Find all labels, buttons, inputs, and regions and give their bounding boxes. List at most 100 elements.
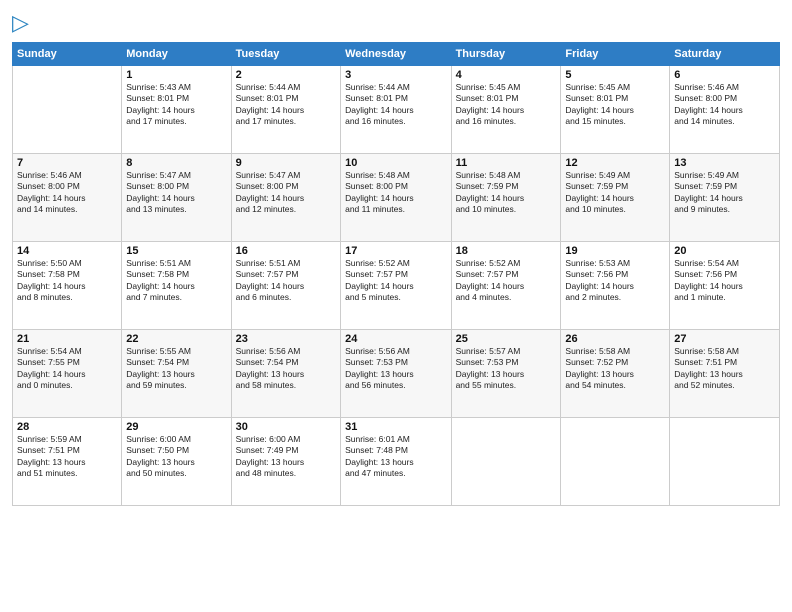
day-number: 22 bbox=[126, 333, 226, 345]
calendar-cell: 6Sunrise: 5:46 AM Sunset: 8:00 PM Daylig… bbox=[670, 66, 780, 154]
calendar-cell: 30Sunrise: 6:00 AM Sunset: 7:49 PM Dayli… bbox=[231, 418, 340, 506]
day-info: Sunrise: 5:48 AM Sunset: 7:59 PM Dayligh… bbox=[456, 170, 557, 216]
calendar-cell: 20Sunrise: 5:54 AM Sunset: 7:56 PM Dayli… bbox=[670, 242, 780, 330]
day-info: Sunrise: 5:53 AM Sunset: 7:56 PM Dayligh… bbox=[565, 258, 665, 304]
main-container: ▷ SundayMondayTuesdayWednesdayThursdayFr… bbox=[0, 0, 792, 516]
day-info: Sunrise: 5:55 AM Sunset: 7:54 PM Dayligh… bbox=[126, 346, 226, 392]
weekday-header-row: SundayMondayTuesdayWednesdayThursdayFrid… bbox=[13, 43, 780, 66]
day-info: Sunrise: 5:47 AM Sunset: 8:00 PM Dayligh… bbox=[236, 170, 336, 216]
calendar-cell: 18Sunrise: 5:52 AM Sunset: 7:57 PM Dayli… bbox=[451, 242, 561, 330]
weekday-header-thursday: Thursday bbox=[451, 43, 561, 66]
calendar-cell: 27Sunrise: 5:58 AM Sunset: 7:51 PM Dayli… bbox=[670, 330, 780, 418]
logo: ▷ bbox=[12, 10, 29, 36]
logo-bird-icon: ▷ bbox=[12, 10, 29, 35]
calendar-table: SundayMondayTuesdayWednesdayThursdayFrid… bbox=[12, 42, 780, 506]
calendar-week-1: 1Sunrise: 5:43 AM Sunset: 8:01 PM Daylig… bbox=[13, 66, 780, 154]
day-number: 15 bbox=[126, 245, 226, 257]
calendar-cell: 25Sunrise: 5:57 AM Sunset: 7:53 PM Dayli… bbox=[451, 330, 561, 418]
day-number: 3 bbox=[345, 69, 446, 81]
calendar-cell: 12Sunrise: 5:49 AM Sunset: 7:59 PM Dayli… bbox=[561, 154, 670, 242]
weekday-header-saturday: Saturday bbox=[670, 43, 780, 66]
header: ▷ bbox=[12, 10, 780, 36]
calendar-cell bbox=[451, 418, 561, 506]
day-info: Sunrise: 6:01 AM Sunset: 7:48 PM Dayligh… bbox=[345, 434, 446, 480]
weekday-header-sunday: Sunday bbox=[13, 43, 122, 66]
day-number: 7 bbox=[17, 157, 117, 169]
calendar-cell: 15Sunrise: 5:51 AM Sunset: 7:58 PM Dayli… bbox=[122, 242, 231, 330]
day-number: 1 bbox=[126, 69, 226, 81]
calendar-cell: 21Sunrise: 5:54 AM Sunset: 7:55 PM Dayli… bbox=[13, 330, 122, 418]
day-number: 26 bbox=[565, 333, 665, 345]
day-number: 5 bbox=[565, 69, 665, 81]
day-number: 28 bbox=[17, 421, 117, 433]
calendar-cell: 17Sunrise: 5:52 AM Sunset: 7:57 PM Dayli… bbox=[341, 242, 451, 330]
day-info: Sunrise: 6:00 AM Sunset: 7:49 PM Dayligh… bbox=[236, 434, 336, 480]
day-number: 30 bbox=[236, 421, 336, 433]
calendar-week-4: 21Sunrise: 5:54 AM Sunset: 7:55 PM Dayli… bbox=[13, 330, 780, 418]
calendar-cell: 31Sunrise: 6:01 AM Sunset: 7:48 PM Dayli… bbox=[341, 418, 451, 506]
calendar-cell: 26Sunrise: 5:58 AM Sunset: 7:52 PM Dayli… bbox=[561, 330, 670, 418]
weekday-header-wednesday: Wednesday bbox=[341, 43, 451, 66]
day-number: 11 bbox=[456, 157, 557, 169]
day-info: Sunrise: 5:44 AM Sunset: 8:01 PM Dayligh… bbox=[345, 82, 446, 128]
day-number: 29 bbox=[126, 421, 226, 433]
day-info: Sunrise: 5:47 AM Sunset: 8:00 PM Dayligh… bbox=[126, 170, 226, 216]
day-number: 18 bbox=[456, 245, 557, 257]
calendar-cell: 2Sunrise: 5:44 AM Sunset: 8:01 PM Daylig… bbox=[231, 66, 340, 154]
day-number: 25 bbox=[456, 333, 557, 345]
day-info: Sunrise: 6:00 AM Sunset: 7:50 PM Dayligh… bbox=[126, 434, 226, 480]
day-info: Sunrise: 5:49 AM Sunset: 7:59 PM Dayligh… bbox=[565, 170, 665, 216]
calendar-cell: 13Sunrise: 5:49 AM Sunset: 7:59 PM Dayli… bbox=[670, 154, 780, 242]
day-number: 17 bbox=[345, 245, 446, 257]
calendar-cell bbox=[670, 418, 780, 506]
calendar-cell bbox=[13, 66, 122, 154]
day-info: Sunrise: 5:43 AM Sunset: 8:01 PM Dayligh… bbox=[126, 82, 226, 128]
calendar-cell: 7Sunrise: 5:46 AM Sunset: 8:00 PM Daylig… bbox=[13, 154, 122, 242]
calendar-cell: 24Sunrise: 5:56 AM Sunset: 7:53 PM Dayli… bbox=[341, 330, 451, 418]
calendar-cell: 11Sunrise: 5:48 AM Sunset: 7:59 PM Dayli… bbox=[451, 154, 561, 242]
day-number: 4 bbox=[456, 69, 557, 81]
day-info: Sunrise: 5:50 AM Sunset: 7:58 PM Dayligh… bbox=[17, 258, 117, 304]
calendar-cell: 5Sunrise: 5:45 AM Sunset: 8:01 PM Daylig… bbox=[561, 66, 670, 154]
calendar-cell: 28Sunrise: 5:59 AM Sunset: 7:51 PM Dayli… bbox=[13, 418, 122, 506]
day-number: 14 bbox=[17, 245, 117, 257]
calendar-cell: 29Sunrise: 6:00 AM Sunset: 7:50 PM Dayli… bbox=[122, 418, 231, 506]
day-number: 16 bbox=[236, 245, 336, 257]
day-number: 2 bbox=[236, 69, 336, 81]
day-info: Sunrise: 5:52 AM Sunset: 7:57 PM Dayligh… bbox=[456, 258, 557, 304]
calendar-cell: 19Sunrise: 5:53 AM Sunset: 7:56 PM Dayli… bbox=[561, 242, 670, 330]
day-info: Sunrise: 5:46 AM Sunset: 8:00 PM Dayligh… bbox=[17, 170, 117, 216]
day-info: Sunrise: 5:52 AM Sunset: 7:57 PM Dayligh… bbox=[345, 258, 446, 304]
day-number: 27 bbox=[674, 333, 775, 345]
day-info: Sunrise: 5:59 AM Sunset: 7:51 PM Dayligh… bbox=[17, 434, 117, 480]
calendar-cell: 4Sunrise: 5:45 AM Sunset: 8:01 PM Daylig… bbox=[451, 66, 561, 154]
day-number: 23 bbox=[236, 333, 336, 345]
day-number: 31 bbox=[345, 421, 446, 433]
day-info: Sunrise: 5:45 AM Sunset: 8:01 PM Dayligh… bbox=[456, 82, 557, 128]
day-number: 8 bbox=[126, 157, 226, 169]
day-number: 6 bbox=[674, 69, 775, 81]
day-info: Sunrise: 5:49 AM Sunset: 7:59 PM Dayligh… bbox=[674, 170, 775, 216]
day-info: Sunrise: 5:54 AM Sunset: 7:56 PM Dayligh… bbox=[674, 258, 775, 304]
day-number: 21 bbox=[17, 333, 117, 345]
calendar-cell: 22Sunrise: 5:55 AM Sunset: 7:54 PM Dayli… bbox=[122, 330, 231, 418]
calendar-cell: 3Sunrise: 5:44 AM Sunset: 8:01 PM Daylig… bbox=[341, 66, 451, 154]
day-number: 20 bbox=[674, 245, 775, 257]
calendar-week-2: 7Sunrise: 5:46 AM Sunset: 8:00 PM Daylig… bbox=[13, 154, 780, 242]
calendar-body: 1Sunrise: 5:43 AM Sunset: 8:01 PM Daylig… bbox=[13, 66, 780, 506]
logo-text: ▷ bbox=[12, 10, 29, 36]
day-info: Sunrise: 5:51 AM Sunset: 7:58 PM Dayligh… bbox=[126, 258, 226, 304]
day-info: Sunrise: 5:57 AM Sunset: 7:53 PM Dayligh… bbox=[456, 346, 557, 392]
day-number: 10 bbox=[345, 157, 446, 169]
weekday-header-monday: Monday bbox=[122, 43, 231, 66]
day-number: 24 bbox=[345, 333, 446, 345]
calendar-cell: 16Sunrise: 5:51 AM Sunset: 7:57 PM Dayli… bbox=[231, 242, 340, 330]
calendar-header: SundayMondayTuesdayWednesdayThursdayFrid… bbox=[13, 43, 780, 66]
day-info: Sunrise: 5:44 AM Sunset: 8:01 PM Dayligh… bbox=[236, 82, 336, 128]
day-info: Sunrise: 5:45 AM Sunset: 8:01 PM Dayligh… bbox=[565, 82, 665, 128]
calendar-cell: 9Sunrise: 5:47 AM Sunset: 8:00 PM Daylig… bbox=[231, 154, 340, 242]
calendar-cell: 8Sunrise: 5:47 AM Sunset: 8:00 PM Daylig… bbox=[122, 154, 231, 242]
calendar-cell: 14Sunrise: 5:50 AM Sunset: 7:58 PM Dayli… bbox=[13, 242, 122, 330]
calendar-cell bbox=[561, 418, 670, 506]
calendar-cell: 1Sunrise: 5:43 AM Sunset: 8:01 PM Daylig… bbox=[122, 66, 231, 154]
